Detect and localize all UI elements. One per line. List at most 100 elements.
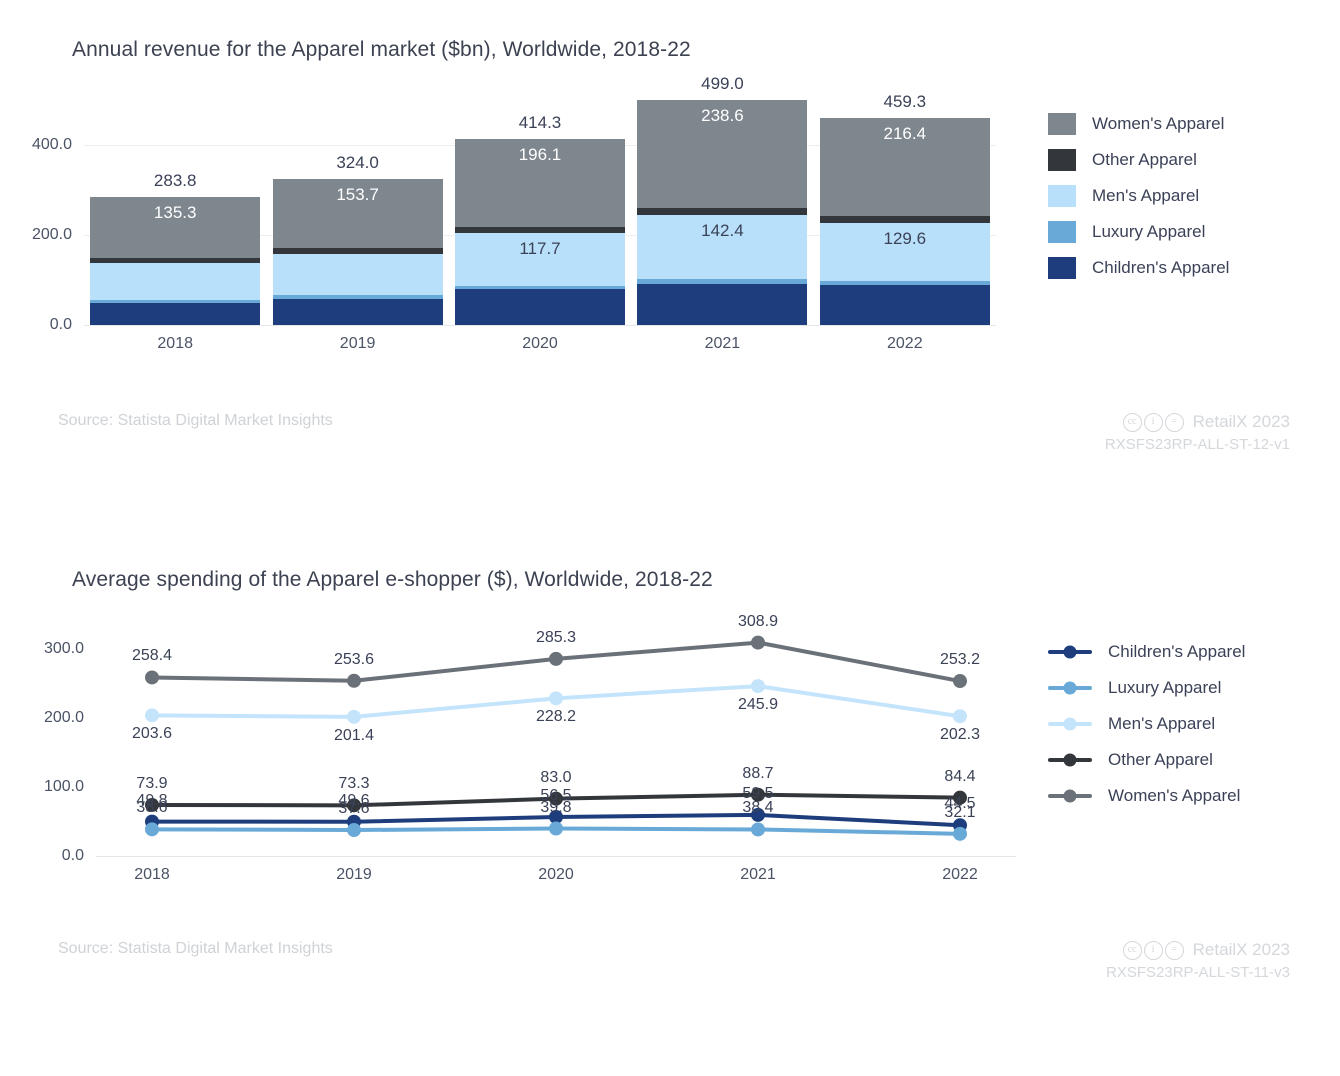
cc-icon: cc (1122, 940, 1142, 960)
legend-item-label: Luxury Apparel (1092, 222, 1206, 241)
legend-dot (1063, 645, 1077, 659)
data-point[interactable] (145, 822, 159, 837)
data-point-label: 38.6 (136, 799, 168, 817)
attribution-label-2: RetailX 2023 (1192, 940, 1290, 959)
bar-segment (637, 207, 808, 216)
data-point[interactable] (953, 674, 967, 689)
bar-total-label: 283.8 (153, 171, 197, 191)
data-point[interactable] (347, 673, 361, 688)
bar-segment-label: 153.7 (336, 185, 379, 205)
data-point-label: 228.2 (535, 708, 577, 726)
bar-segment-label: 196.1 (518, 144, 562, 164)
data-point[interactable] (145, 708, 159, 723)
legend-item[interactable]: Luxury Apparel (1048, 214, 1229, 250)
data-point-label: 83.0 (540, 768, 572, 786)
data-point-label: 258.4 (131, 647, 173, 665)
data-point-label: 39.8 (540, 798, 572, 816)
data-point[interactable] (953, 826, 967, 841)
legend-item[interactable]: Other Apparel (1048, 142, 1229, 178)
legend-swatch (1048, 113, 1076, 135)
bar-segment (819, 281, 990, 286)
data-point-label: 88.7 (742, 764, 774, 782)
data-point[interactable] (751, 635, 765, 650)
bar-segment-label: 238.6 (701, 106, 744, 126)
bar-total-label: 414.3 (518, 112, 562, 132)
legend-line-marker (1048, 681, 1092, 695)
data-point[interactable] (549, 821, 563, 836)
legend-line-marker (1048, 753, 1092, 767)
data-point-label: 285.3 (535, 628, 577, 646)
legend-dot (1063, 789, 1077, 803)
bar-segment (272, 295, 443, 299)
legend-item-label: Women's Apparel (1108, 786, 1241, 805)
bar-column: 129.6 216.4 459.3 (819, 92, 990, 325)
report-code: RXSFS23RP-ALL-ST-12-v1 (1104, 436, 1290, 453)
legend-swatch (1048, 149, 1076, 171)
bar-segment-label: 129.6 (883, 228, 927, 248)
bar-total-label: 459.3 (883, 92, 927, 112)
data-point[interactable] (549, 691, 563, 706)
y-axis-tick: 300.0 (43, 639, 84, 657)
line-plot-area: 0.0 100.0 200.0 300.0 258.4 253.6 285.3 308.9 25… (44, 613, 1016, 883)
bar-total-label: 499.0 (701, 74, 744, 94)
source-note-2: Source: Statista Digital Market Insights (58, 940, 333, 957)
data-point[interactable] (145, 670, 159, 685)
creative-commons-icons: cc i = (1122, 412, 1184, 432)
bar-column: 135.3 283.8 (90, 100, 261, 325)
cc-by-icon: i (1143, 940, 1163, 960)
legend-item[interactable]: Children's Apparel (1048, 250, 1229, 286)
legend-line-marker (1048, 717, 1092, 731)
legend-item-label: Men's Apparel (1108, 714, 1216, 733)
bar-segment: 117.7 (455, 232, 625, 286)
bar-segment (819, 215, 990, 223)
legend-item-label: Other Apparel (1108, 750, 1213, 769)
data-point-label: 203.6 (131, 725, 173, 743)
legend-item-label: Other Apparel (1092, 150, 1197, 169)
cc-by-icon: i (1143, 412, 1163, 432)
bar-segment-label: 142.4 (701, 221, 744, 241)
legend-item[interactable]: Children's Apparel (1048, 634, 1245, 670)
legend-item-label: Luxury Apparel (1108, 678, 1222, 697)
x-axis-tick: 2022 (887, 335, 923, 352)
legend-item[interactable]: Women's Apparel (1048, 778, 1245, 814)
legend-item[interactable]: Men's Apparel (1048, 178, 1229, 214)
bar-plot-area: 0.0 200.0 400.0 135.3 283.8 2018 153.7 324.0 201… (32, 74, 996, 352)
data-point[interactable] (347, 823, 361, 838)
bar-segment (90, 258, 261, 264)
legend-line-marker (1048, 789, 1092, 803)
bar-segment-label: 117.7 (519, 238, 561, 258)
data-point[interactable] (549, 651, 563, 666)
legend-item[interactable]: Other Apparel (1048, 742, 1245, 778)
line-chart-svg (145, 635, 967, 841)
attribution-block-2: cc i = RetailX 2023 RXSFS23RP-ALL-ST-11-… (1106, 940, 1290, 981)
bar-segment (455, 226, 625, 233)
legend-line-marker (1048, 645, 1092, 659)
data-point[interactable] (953, 709, 967, 724)
data-point-label: 84.4 (944, 767, 976, 785)
x-axis-line (84, 325, 996, 326)
x-axis-tick: 2022 (942, 866, 978, 883)
bar-segment (272, 248, 443, 254)
legend-item-label: Women's Apparel (1092, 114, 1225, 133)
legend-item-label: Children's Apparel (1092, 258, 1230, 277)
data-point[interactable] (347, 709, 361, 724)
data-point[interactable] (751, 822, 765, 837)
legend-item[interactable]: Luxury Apparel (1048, 670, 1245, 706)
cc-nd-icon: = (1164, 940, 1184, 960)
bar-segment-label: 135.3 (153, 203, 197, 223)
data-point[interactable] (751, 679, 765, 694)
bar-segment (90, 263, 261, 301)
y-axis-tick: 0.0 (61, 847, 84, 864)
page-title: Annual revenue for the Apparel market ($… (72, 38, 691, 61)
data-point-label: 201.4 (333, 726, 375, 744)
y-axis-tick: 100.0 (43, 777, 84, 795)
bar-segment (637, 279, 808, 285)
bar-segment: 129.6 (819, 222, 990, 281)
y-axis-tick: 0.0 (49, 316, 72, 333)
legend-item[interactable]: Men's Apparel (1048, 706, 1245, 742)
x-axis-tick: 2018 (134, 866, 170, 883)
bar-column: 153.7 324.0 (272, 100, 443, 325)
data-point-label: 245.9 (737, 696, 779, 714)
legend-item[interactable]: Women's Apparel (1048, 106, 1229, 142)
data-point-label: 38.4 (742, 799, 774, 817)
